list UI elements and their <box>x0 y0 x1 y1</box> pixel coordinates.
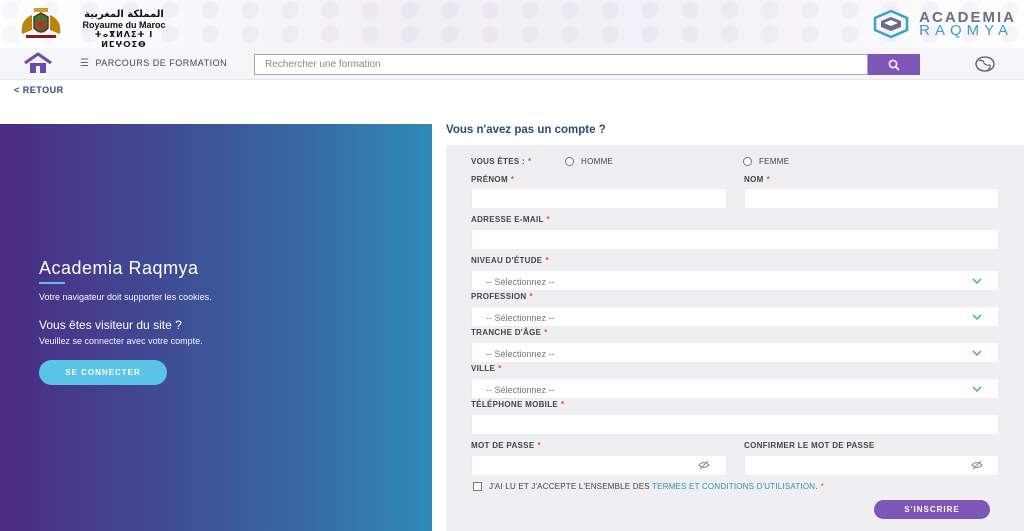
hero-panel: Academia Raqmya Votre navigateur doit su… <box>0 124 432 531</box>
tranche-select[interactable]: -- Sélectionnez -- <box>471 342 999 363</box>
back-link[interactable]: < RETOUR <box>14 85 64 95</box>
hamburger-icon: ☰ <box>80 58 90 69</box>
terms-suffix: . <box>815 482 818 491</box>
terms-prefix: J'AI LU ET J'ACCEPTE L'ENSEMBLE DES <box>489 482 653 491</box>
search-icon <box>888 59 900 71</box>
required-mark: * <box>498 364 502 373</box>
brand-logo[interactable]: ACADEMIA RAQMYA <box>869 9 1016 39</box>
ville-select-value: -- Sélectionnez -- <box>486 385 555 395</box>
email-label: ADRESSE E-MAIL * <box>471 215 550 224</box>
niveau-label: NIVEAU D'ÉTUDE * <box>471 256 549 265</box>
gender-label-text: VOUS ÊTES : <box>471 157 525 166</box>
nav-bar: ☰ PARCOURS DE FORMATION <box>0 48 1024 80</box>
search-button[interactable] <box>868 54 920 75</box>
parcours-menu[interactable]: ☰ PARCOURS DE FORMATION <box>80 58 227 69</box>
cookie-notice: Votre navigateur doit supporter les cook… <box>39 292 212 302</box>
radio-femme[interactable] <box>743 157 752 166</box>
home-icon[interactable] <box>22 52 54 74</box>
ville-label: VILLE * <box>471 364 502 373</box>
moroccan-emblem-icon <box>21 8 61 38</box>
password-input[interactable] <box>471 455 727 476</box>
required-mark: * <box>527 157 532 166</box>
telephone-label-text: TÉLÉPHONE MOBILE <box>471 400 559 409</box>
niveau-label-text: NIVEAU D'ÉTUDE <box>471 256 543 265</box>
required-mark: * <box>537 441 541 450</box>
chevron-down-icon <box>972 314 982 320</box>
eye-slash-icon[interactable] <box>698 460 710 470</box>
niveau-select[interactable]: -- Sélectionnez -- <box>471 270 999 291</box>
radio-femme-label: FEMME <box>759 157 790 166</box>
language-globe-icon[interactable] <box>974 56 996 72</box>
radio-homme-label: HOMME <box>581 157 614 166</box>
nom-label: NOM * <box>744 175 770 184</box>
gender-label: VOUS ÊTES : * <box>471 157 531 166</box>
ville-select[interactable]: -- Sélectionnez -- <box>471 378 999 399</box>
search-input[interactable] <box>254 54 868 75</box>
kingdom-arabic: المملكة المغربية <box>84 9 164 20</box>
chevron-down-icon <box>972 350 982 356</box>
kingdom-french: Royaume du Maroc <box>82 20 166 30</box>
required-mark: * <box>544 328 548 337</box>
tranche-label-text: TRANCHE D'ÂGE <box>471 328 542 337</box>
profession-select[interactable]: -- Sélectionnez -- <box>471 306 999 327</box>
required-mark: * <box>766 175 770 184</box>
academia-logo-icon <box>873 9 909 39</box>
connect-button[interactable]: SE CONNECTER <box>39 360 167 385</box>
required-mark: * <box>546 215 551 224</box>
brand-line2: RAQMYA <box>919 22 1014 39</box>
chevron-down-icon <box>972 386 982 392</box>
visitor-question: Vous êtes visiteur du site ? <box>39 318 182 332</box>
signup-button[interactable]: S'INSCRIRE <box>874 500 990 519</box>
hero-title: Academia Raqmya <box>39 258 199 278</box>
nom-input[interactable] <box>744 188 999 209</box>
chevron-down-icon <box>972 278 982 284</box>
nom-label-text: NOM <box>744 175 764 184</box>
hero-underline <box>39 282 65 284</box>
confirm-password-label: CONFIRMER LE MOT DE PASSE <box>744 441 875 450</box>
kingdom-title: المملكة المغربية Royaume du Maroc ⵜⴰⴳⵍⴷⵉ… <box>72 9 176 50</box>
email-label-text: ADRESSE E-MAIL <box>471 215 544 224</box>
niveau-select-value: -- Sélectionnez -- <box>486 277 555 287</box>
required-mark: * <box>545 256 549 265</box>
password-label: MOT DE PASSE * <box>471 441 541 450</box>
profession-label: PROFESSION * <box>471 292 533 301</box>
required-mark: * <box>820 482 825 491</box>
profession-select-value: -- Sélectionnez -- <box>486 313 555 323</box>
confirm-password-input[interactable] <box>744 455 999 476</box>
eye-slash-icon[interactable] <box>971 460 983 470</box>
terms-text: J'AI LU ET J'ACCEPTE L'ENSEMBLE DES TERM… <box>489 482 824 491</box>
required-mark: * <box>510 175 515 184</box>
tranche-label: TRANCHE D'ÂGE * <box>471 328 548 337</box>
terms-checkbox[interactable] <box>473 482 482 491</box>
parcours-label: PARCOURS DE FORMATION <box>95 58 228 68</box>
profession-label-text: PROFESSION <box>471 292 527 301</box>
form-heading: Vous n'avez pas un compte ? <box>446 124 606 136</box>
kingdom-tifinagh: ⵜⴰⴳⵍⴷⵉⵜ ⵏ ⵍⵎⵖⵔⵉⴱ <box>94 30 154 49</box>
required-mark: * <box>529 292 533 301</box>
brand-name: ACADEMIA RAQMYA <box>919 10 1016 39</box>
prenom-input[interactable] <box>471 188 727 209</box>
prenom-label: PRÉNOM * <box>471 175 514 184</box>
tranche-select-value: -- Sélectionnez -- <box>486 349 555 359</box>
email-input[interactable] <box>471 229 999 250</box>
telephone-label: TÉLÉPHONE MOBILE * <box>471 400 564 409</box>
ville-label-text: VILLE <box>471 364 496 373</box>
required-mark: * <box>561 400 565 409</box>
telephone-input[interactable] <box>471 414 999 435</box>
radio-homme[interactable] <box>565 157 574 166</box>
password-label-text: MOT DE PASSE <box>471 441 535 450</box>
terms-link[interactable]: TERMES ET CONDITIONS D'UTILISATION <box>652 482 815 491</box>
prenom-label-text: PRÉNOM <box>471 175 508 184</box>
connect-prompt: Veuillez se connecter avec votre compte. <box>39 336 203 346</box>
